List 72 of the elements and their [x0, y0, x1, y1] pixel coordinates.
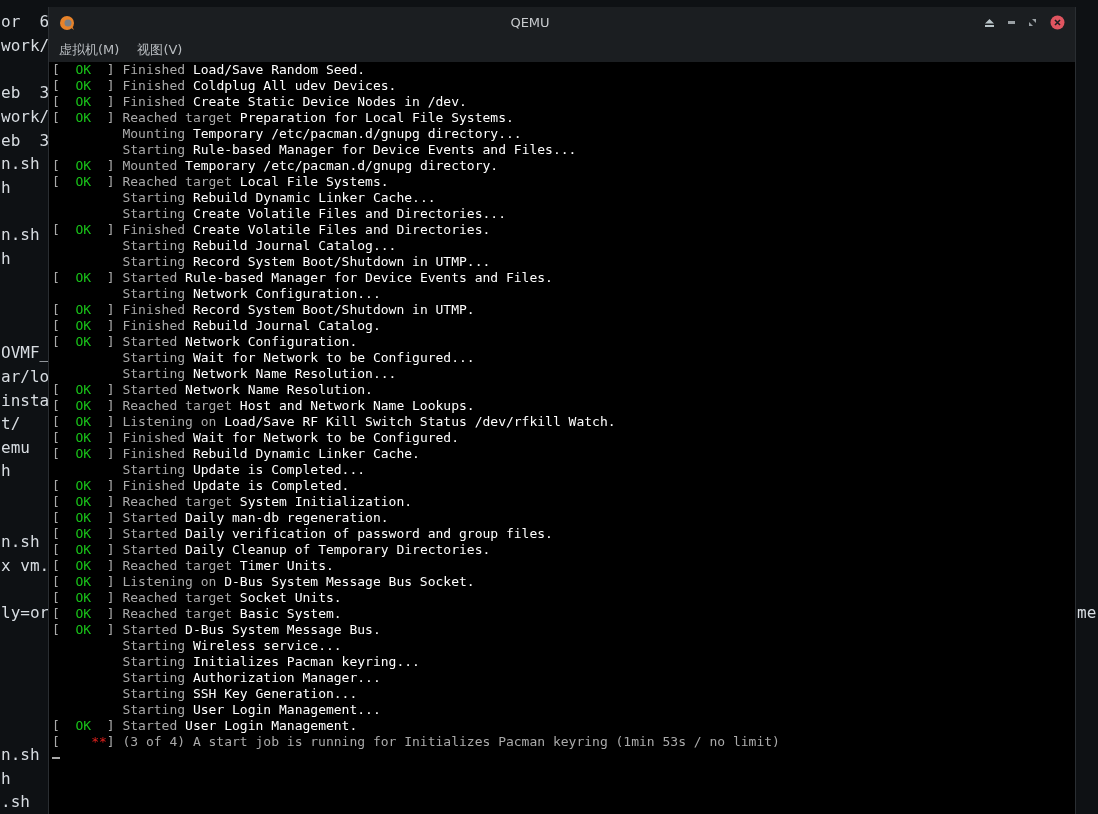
terminal-text: work/	[0, 106, 48, 126]
console-line: [ OK ] Listening on D-Bus System Message Bus Socket.	[52, 574, 475, 590]
terminal-text: x vm.	[0, 556, 48, 576]
console-line: [ OK ] Reached target System Initialization.	[52, 494, 413, 510]
console-line: [ OK ] Started Network Name Resolution.	[52, 382, 373, 398]
app-logo-icon	[59, 14, 75, 31]
console-line: [ OK ] Started Daily verification of password and group files.	[52, 526, 553, 542]
terminal-text: emu	[0, 437, 30, 457]
console-line: Starting Network Configuration...	[121, 286, 381, 302]
terminal-text: work/	[0, 35, 48, 55]
console-line: Starting SSH Key Generation...	[121, 686, 358, 702]
terminal-text: ly=or	[0, 603, 48, 623]
terminal-text: n.sh	[0, 532, 40, 552]
console-line: [ OK ] Reached target Timer Units.	[52, 558, 334, 574]
terminal-text: eb 3	[0, 130, 48, 150]
close-icon[interactable]	[1050, 15, 1065, 30]
terminal-text: h	[0, 768, 11, 788]
console-line: Starting User Login Management...	[121, 702, 381, 718]
window-title: QEMU	[509, 15, 551, 30]
console-line: [ OK ] Finished Rebuild Journal Catalog.	[52, 318, 381, 334]
console-line: [ OK ] Reached target Preparation for Local File Systems.	[52, 110, 514, 126]
console-line: [ OK ] Finished Create Volatile Files and Directories.	[52, 222, 491, 238]
console-line: [ OK ] Started Daily man-db regeneration.	[52, 510, 389, 526]
console-line: Starting Initializes Pacman keyring...	[121, 654, 420, 670]
console-line: Starting Wait for Network to be Configured...	[121, 350, 475, 366]
console-line: [ OK ] Finished Coldplug All udev Devices.	[52, 78, 397, 94]
console-line: Starting Update is Completed...	[121, 462, 366, 478]
terminal-text: eb 3	[0, 83, 48, 103]
console-line: [ OK ] Listening on Load/Save RF Kill Switch Status /dev/rfkill Watch.	[52, 414, 616, 430]
console-line: [ OK ] Finished Update is Completed.	[52, 478, 350, 494]
console-line: [ OK ] Started Rule-based Manager for Device Events and Files.	[52, 270, 553, 286]
menu-item[interactable]: 虚拟机(M)	[59, 41, 120, 59]
text-cursor	[52, 757, 60, 759]
terminal-text: me	[1076, 603, 1097, 623]
console-line: [ OK ] Finished Load/Save Random Seed.	[52, 62, 366, 78]
terminal-text: n.sh	[0, 745, 40, 765]
console-line: [ OK ] Finished Rebuild Dynamic Linker Cache.	[52, 446, 420, 462]
console-line: Starting Rebuild Journal Catalog...	[121, 238, 397, 254]
console-line: [ OK ] Finished Record System Boot/Shutdown in UTMP.	[52, 302, 475, 318]
terminal-text: h	[0, 461, 11, 481]
console-line: [ OK ] Started D-Bus System Message Bus.	[52, 622, 381, 638]
terminal-text: n.sh	[0, 225, 40, 245]
terminal-text: or 6	[0, 12, 48, 32]
console-line: Starting Rule-based Manager for Device Events and Files...	[121, 142, 577, 158]
console-line: [ OK ] Mounted Temporary /etc/pacman.d/gnupg directory.	[52, 158, 499, 174]
menu-item[interactable]: 视图(V)	[137, 41, 183, 59]
console-line: Mounting Temporary /etc/pacman.d/gnupg directory...	[121, 126, 522, 142]
console-line: Starting Rebuild Dynamic Linker Cache...	[121, 190, 436, 206]
console-line: [ OK ] Started User Login Management.	[52, 718, 358, 734]
terminal-text: n.sh	[0, 154, 40, 174]
console-line: [ OK ] Finished Create Static Device Nodes in /dev.	[52, 94, 467, 110]
eject-icon[interactable]	[985, 18, 994, 27]
console-line: Starting Wireless service...	[121, 638, 342, 654]
console-line: [ OK ] Reached target Basic System.	[52, 606, 342, 622]
console-line: Starting Network Name Resolution...	[121, 366, 397, 382]
console-line: [ OK ] Started Daily Cleanup of Temporary Directories.	[52, 542, 491, 558]
terminal-text: insta	[0, 390, 48, 410]
terminal-text: h	[0, 177, 11, 197]
terminal-text: t/	[0, 414, 21, 434]
console-line: [ OK ] Reached target Local File Systems.	[52, 174, 389, 190]
console-line: [ **] (3 of 4) A start job is running for Initializes Pacman keyring (1min 53s / no limit)	[52, 734, 780, 750]
console-line: Starting Create Volatile Files and Directories...	[121, 206, 506, 222]
console-line: [ OK ] Reached target Host and Network Name Lookups.	[52, 398, 475, 414]
terminal-text: ar/lo	[0, 366, 48, 386]
console-line: [ OK ] Started Network Configuration.	[52, 334, 358, 350]
terminal-text: .sh	[0, 792, 30, 812]
terminal-text: h	[0, 248, 11, 268]
restore-icon[interactable]	[1029, 19, 1036, 26]
console-line: Starting Authorization Manager...	[121, 670, 381, 686]
console-line: Starting Record System Boot/Shutdown in UTMP...	[121, 254, 491, 270]
console-line: [ OK ] Reached target Socket Units.	[52, 590, 342, 606]
console-line: [ OK ] Finished Wait for Network to be Configured.	[52, 430, 459, 446]
